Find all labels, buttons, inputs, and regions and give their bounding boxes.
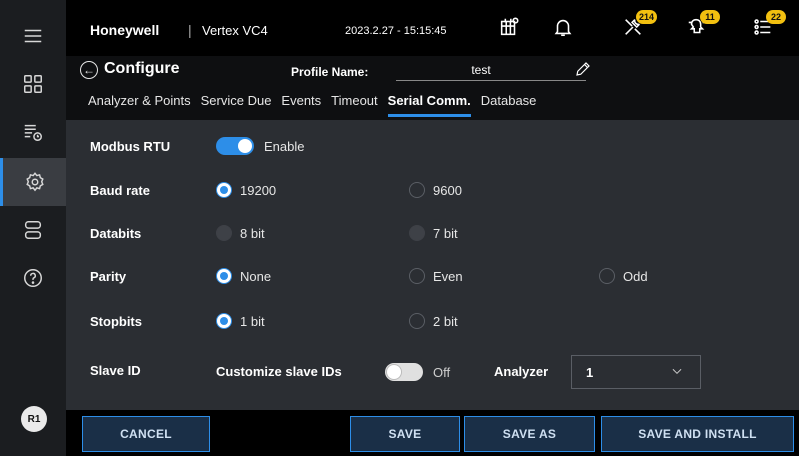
page-title: Configure <box>104 60 180 77</box>
event-list-icon[interactable] <box>0 108 66 156</box>
footer-actions: CANCEL SAVE SAVE AS SAVE AND INSTALL <box>66 410 799 456</box>
fault-icon[interactable]: 11 <box>684 10 720 40</box>
tab-serial-comm[interactable]: Serial Comm. <box>387 89 471 117</box>
radio-unselected[interactable] <box>599 268 615 284</box>
bell-icon[interactable] <box>550 14 576 40</box>
analyzer-label: Analyzer <box>494 364 549 379</box>
databits-row: Databits 8 bit 7 bit <box>66 218 799 248</box>
radio-unselected[interactable] <box>409 268 425 284</box>
parity-label: Parity <box>90 268 127 284</box>
stopbits-2-label: 2 bit <box>433 313 458 329</box>
stopbits-2-option[interactable]: 2 bit <box>409 313 458 329</box>
stopbits-1-label: 1 bit <box>240 313 265 329</box>
stopbits-label: Stopbits <box>90 313 142 329</box>
top-header: Honeywell | Vertex VC4 2023.2.27 - 15:15… <box>66 0 799 56</box>
left-rail: R1 <box>0 0 66 456</box>
parity-odd-option[interactable]: Odd <box>599 268 648 284</box>
radio-unselected[interactable] <box>409 182 425 198</box>
radio-selected[interactable] <box>216 313 232 329</box>
tab-service-due[interactable]: Service Due <box>201 89 272 117</box>
stopbits-row: Stopbits 1 bit 2 bit <box>66 306 799 336</box>
settings-icon[interactable] <box>0 158 66 206</box>
modbus-row: Modbus RTU Enable <box>66 131 799 161</box>
help-icon[interactable] <box>0 254 66 302</box>
parity-row: Parity None Even Odd <box>66 261 799 291</box>
profile-name-input[interactable] <box>396 59 586 81</box>
tab-bar: Analyzer & Points Service Due Events Tim… <box>88 89 546 117</box>
menu-icon[interactable] <box>0 12 66 60</box>
brand-logo: Honeywell <box>90 22 160 38</box>
cancel-button[interactable]: CANCEL <box>82 416 210 452</box>
baud-9600-option[interactable]: 9600 <box>409 182 462 198</box>
databits-8-label: 8 bit <box>240 225 265 241</box>
maintenance-badge: 214 <box>636 10 658 24</box>
slave-id-label: Slave ID <box>90 363 141 378</box>
dashboard-icon[interactable] <box>0 60 66 108</box>
radio-disabled <box>216 225 232 241</box>
tab-analyzer-points[interactable]: Analyzer & Points <box>88 89 191 117</box>
parity-none-label: None <box>240 268 272 284</box>
tab-database[interactable]: Database <box>481 89 537 117</box>
baud-label: Baud rate <box>90 182 150 198</box>
maintenance-icon[interactable]: 214 <box>620 10 658 40</box>
calendar-icon[interactable] <box>496 14 522 40</box>
analyzer-select-value: 1 <box>586 364 594 380</box>
serial-comm-panel: Modbus RTU Enable Baud rate 19200 9600 D… <box>66 120 799 410</box>
pencil-icon[interactable] <box>574 60 592 78</box>
parity-even-label: Even <box>433 268 463 284</box>
databits-label: Databits <box>90 225 142 241</box>
modbus-label: Modbus RTU <box>90 138 171 154</box>
databits-7-label: 7 bit <box>433 225 458 241</box>
modbus-toggle-label: Enable <box>264 138 305 154</box>
radio-disabled <box>409 225 425 241</box>
stopbits-1-option[interactable]: 1 bit <box>216 313 265 329</box>
customize-toggle-group: Off <box>385 363 450 381</box>
customize-toggle-state: Off <box>433 364 451 380</box>
list-badge: 22 <box>766 10 786 24</box>
avatar[interactable]: R1 <box>21 406 47 432</box>
chevron-down-icon <box>670 364 684 378</box>
back-arrow-icon[interactable]: ← <box>80 61 98 79</box>
radio-selected[interactable] <box>216 182 232 198</box>
modbus-toggle[interactable] <box>216 137 254 155</box>
baud-19200-label: 19200 <box>240 182 277 198</box>
customize-slave-ids-label: Customize slave IDs <box>216 364 342 379</box>
datetime: 2023.2.27 - 15:15:45 <box>345 25 447 37</box>
list-icon[interactable]: 22 <box>750 10 786 40</box>
parity-even-option[interactable]: Even <box>409 268 463 284</box>
parity-odd-label: Odd <box>623 268 648 284</box>
parity-none-option[interactable]: None <box>216 268 271 284</box>
tab-timeout[interactable]: Timeout <box>331 89 377 117</box>
configure-header: ← Configure Profile Name: Analyzer & Poi… <box>66 56 799 120</box>
slave-id-row: Slave ID Customize slave IDs Off Analyze… <box>66 355 799 389</box>
baud-19200-option[interactable]: 19200 <box>216 182 276 198</box>
save-button[interactable]: SAVE <box>350 416 460 452</box>
customize-slave-ids-toggle[interactable] <box>385 363 423 381</box>
analyzer-select[interactable]: 1 <box>571 355 701 389</box>
profile-name-label: Profile Name: <box>291 65 369 79</box>
radio-unselected[interactable] <box>409 313 425 329</box>
databits-7-option: 7 bit <box>409 225 458 241</box>
save-and-install-button[interactable]: SAVE AND INSTALL <box>601 416 794 452</box>
product-name: Vertex VC4 <box>202 23 268 38</box>
tab-events[interactable]: Events <box>281 89 321 117</box>
storage-icon[interactable] <box>0 206 66 254</box>
modbus-toggle-group: Enable <box>216 137 304 155</box>
save-as-button[interactable]: SAVE AS <box>464 416 595 452</box>
databits-8-option: 8 bit <box>216 225 265 241</box>
baud-row: Baud rate 19200 9600 <box>66 175 799 205</box>
radio-selected[interactable] <box>216 268 232 284</box>
baud-9600-label: 9600 <box>433 182 462 198</box>
header-separator: | <box>188 22 192 38</box>
fault-badge: 11 <box>700 10 720 24</box>
